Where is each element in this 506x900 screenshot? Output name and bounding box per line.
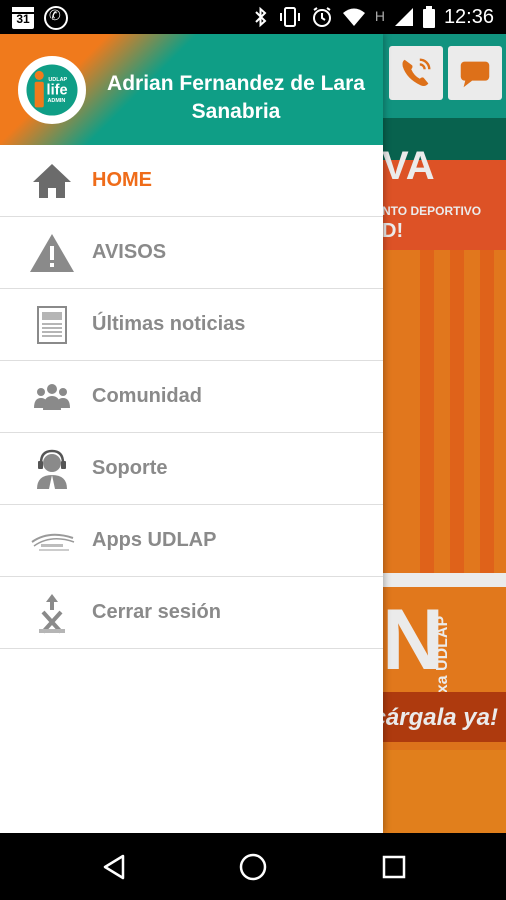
- user-name: Adrian Fernandez de Lara Sanabria: [107, 72, 365, 123]
- battery-icon: [422, 6, 435, 28]
- menu-item-home[interactable]: HOME: [0, 145, 383, 217]
- news-icon: [26, 302, 78, 348]
- calendar-icon: 31: [12, 7, 34, 29]
- menu-item-label: HOME: [92, 169, 152, 191]
- wifi-icon: [342, 8, 365, 26]
- system-nav-bar: [0, 833, 506, 900]
- menu-item-label: Comunidad: [92, 385, 202, 407]
- menu-item-label: Cerrar sesión: [92, 601, 221, 623]
- recents-button[interactable]: [376, 849, 412, 885]
- menu-item-label: Últimas noticias: [92, 313, 246, 335]
- logout-icon: [26, 590, 78, 636]
- svg-text:ADMIN: ADMIN: [47, 98, 65, 104]
- alarm-icon: [312, 7, 331, 27]
- bluetooth-icon: [255, 6, 267, 28]
- menu-item-label: Soporte: [92, 457, 168, 479]
- network-type-label: H: [374, 8, 385, 24]
- support-icon: [26, 446, 78, 492]
- vibrate-icon: [279, 7, 300, 27]
- home-nav-button[interactable]: [235, 849, 271, 885]
- home-icon: [26, 158, 78, 204]
- menu-item-label: Apps UDLAP: [92, 529, 217, 551]
- menu-item-avisos[interactable]: AVISOS: [0, 217, 383, 289]
- community-icon: [26, 374, 78, 420]
- signal-icon: [394, 8, 413, 26]
- back-icon: [103, 854, 125, 880]
- status-bar: 31 H 12:36: [0, 0, 506, 34]
- navigation-drawer: UDLAP life ADMIN Adrian Fernandez de Lar…: [0, 34, 383, 833]
- menu-item-label: AVISOS: [92, 241, 167, 263]
- back-button[interactable]: [96, 849, 132, 885]
- svg-text:life: life: [47, 83, 68, 99]
- menu-item-noticias[interactable]: Últimas noticias: [0, 289, 383, 361]
- clock: 12:36: [443, 6, 494, 28]
- udlap-life-admin-logo: UDLAP life ADMIN: [18, 56, 86, 124]
- drawer-header: UDLAP life ADMIN Adrian Fernandez de Lar…: [0, 34, 383, 145]
- udlap-apps-icon: [26, 518, 78, 564]
- recents-icon: [382, 855, 406, 879]
- menu-item-soporte[interactable]: Soporte: [0, 433, 383, 505]
- whatsapp-icon: [44, 6, 68, 30]
- warning-icon: [26, 230, 78, 276]
- home-circle-icon: [239, 853, 267, 881]
- menu-item-cerrar-sesion[interactable]: Cerrar sesión: [0, 577, 383, 649]
- menu-item-apps-udlap[interactable]: Apps UDLAP: [0, 505, 383, 577]
- menu-item-comunidad[interactable]: Comunidad: [0, 361, 383, 433]
